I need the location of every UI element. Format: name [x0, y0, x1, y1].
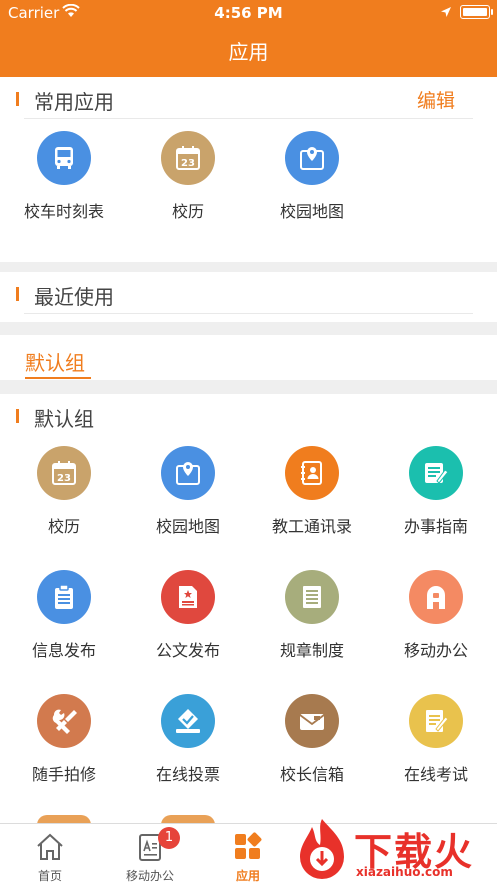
app-label: 校历: [171, 202, 204, 221]
app-label: 校长信箱: [279, 765, 344, 784]
status-time: 4:56 PM: [214, 4, 283, 22]
svg-text:23: 23: [57, 473, 71, 484]
section-marker: [16, 287, 19, 301]
app-photo-repair[interactable]: 随手拍修: [2, 684, 126, 794]
location-arrow-icon: [441, 7, 451, 17]
app-label: 规章制度: [279, 641, 344, 660]
calendar-icon: 23: [161, 131, 215, 185]
app-label: 校历: [47, 517, 80, 536]
app-label: 随手拍修: [31, 765, 96, 784]
top-header: Carrier 4:56 PM 应用: [0, 0, 497, 77]
clipboard-icon: [37, 570, 91, 624]
svg-text:23: 23: [181, 158, 195, 169]
flame-logo-icon: [300, 819, 344, 879]
app-label: 校园地图: [279, 202, 344, 221]
document-icon: [161, 570, 215, 624]
nav-label: 首页: [37, 869, 62, 883]
app-bus-schedule[interactable]: 校车时刻表: [2, 121, 126, 231]
calendar-icon: 23: [37, 446, 91, 500]
app-label: 在线考试: [403, 765, 468, 784]
tab-default-group[interactable]: 默认组: [25, 347, 85, 376]
recent-title: 最近使用: [34, 285, 114, 309]
default-group-header: 默认组: [0, 394, 497, 436]
notification-badge: 1: [158, 827, 180, 849]
rules-icon: [285, 570, 339, 624]
nav-label: 应用: [235, 869, 260, 883]
app-label: 教工通讯录: [271, 517, 352, 536]
watermark-url: xiazaihuo.com: [356, 865, 453, 879]
guide-icon: [409, 446, 463, 500]
app-label: 在线投票: [155, 765, 220, 784]
mailbox-icon: [285, 694, 339, 748]
app-president-mailbox[interactable]: 校长信箱: [250, 684, 374, 794]
map-icon: [161, 446, 215, 500]
status-bar: Carrier 4:56 PM: [0, 0, 497, 26]
tab-indicator: [25, 377, 91, 379]
app-info-publish[interactable]: 信息发布: [2, 560, 126, 670]
default-group-section: 默认组 23 校历 校园地图 教工通讯录 办事指南 信息发布 公文发布 规章制度…: [0, 394, 497, 824]
app-online-exam[interactable]: 在线考试: [374, 684, 497, 794]
app-online-vote[interactable]: 在线投票: [126, 684, 250, 794]
app-mobile-office[interactable]: 移动办公: [374, 560, 497, 670]
frequent-apps-header: 常用应用 编辑: [0, 77, 497, 119]
app-label: 办事指南: [403, 517, 468, 536]
app-staff-directory[interactable]: 教工通讯录: [250, 436, 374, 546]
app-label: 校园地图: [155, 517, 220, 536]
app-label: 校车时刻表: [23, 202, 104, 221]
apps-icon: [235, 832, 262, 859]
battery-icon: [460, 5, 493, 19]
watermark: 下载火 xiazaihuo.com: [288, 815, 497, 883]
app-document-publish[interactable]: 公文发布: [126, 560, 250, 670]
recent-header: 最近使用: [0, 272, 497, 314]
page-title: 应用: [228, 40, 269, 64]
contacts-icon: [285, 446, 339, 500]
app-calendar[interactable]: 23 校历: [2, 436, 126, 546]
exam-icon: [409, 694, 463, 748]
nav-mobile-office[interactable]: 1 移动办公: [100, 824, 200, 883]
default-group-title: 默认组: [34, 407, 94, 431]
app-label: 移动办公: [403, 641, 468, 660]
repair-icon: [37, 694, 91, 748]
group-tabs: 默认组: [0, 335, 497, 380]
app-calendar[interactable]: 23 校历: [126, 121, 250, 231]
frequent-apps-title: 常用应用: [34, 90, 114, 114]
nav-label: 移动办公: [125, 869, 174, 883]
edit-button[interactable]: 编辑: [417, 86, 455, 113]
nav-apps[interactable]: 应用: [198, 824, 298, 883]
app-service-guide[interactable]: 办事指南: [374, 436, 497, 546]
section-marker: [16, 409, 19, 423]
app-label: 公文发布: [155, 641, 220, 660]
app-campus-map[interactable]: 校园地图: [126, 436, 250, 546]
app-campus-map[interactable]: 校园地图: [250, 121, 374, 231]
app-label: 信息发布: [31, 641, 96, 660]
bus-icon: [37, 131, 91, 185]
home-icon: [37, 833, 63, 860]
section-marker: [16, 92, 19, 106]
recent-section: 最近使用: [0, 272, 497, 322]
mobile-office-icon: [409, 570, 463, 624]
nav-home[interactable]: 首页: [0, 824, 100, 883]
map-icon: [285, 131, 339, 185]
frequent-apps-section: 常用应用 编辑 校车时刻表 23 校历 校园地图: [0, 77, 497, 262]
vote-icon: [161, 694, 215, 748]
app-regulations[interactable]: 规章制度: [250, 560, 374, 670]
